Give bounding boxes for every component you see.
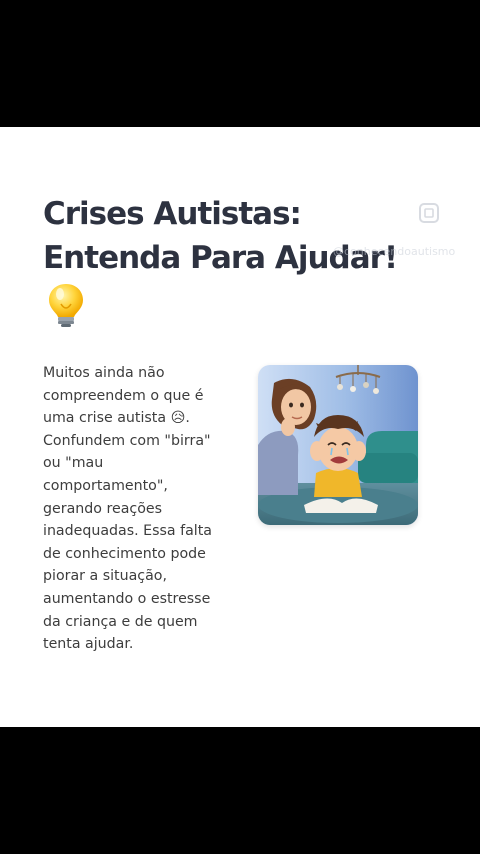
- platform-logo-icon: [419, 203, 439, 223]
- post-title: Crises Autistas: Entenda Para Ajudar!: [43, 192, 443, 280]
- post-body-text: Muitos ainda não compreendem o que é uma…: [43, 365, 213, 653]
- mother-and-child-illustration: [258, 365, 418, 525]
- post-title-line-1: Crises Autistas:: [43, 196, 302, 232]
- lightbulb-icon: [49, 284, 83, 327]
- watermark-handle: @conhecendoautismo: [333, 245, 456, 258]
- post-card: Crises Autistas: Entenda Para Ajudar! Mu…: [0, 127, 480, 727]
